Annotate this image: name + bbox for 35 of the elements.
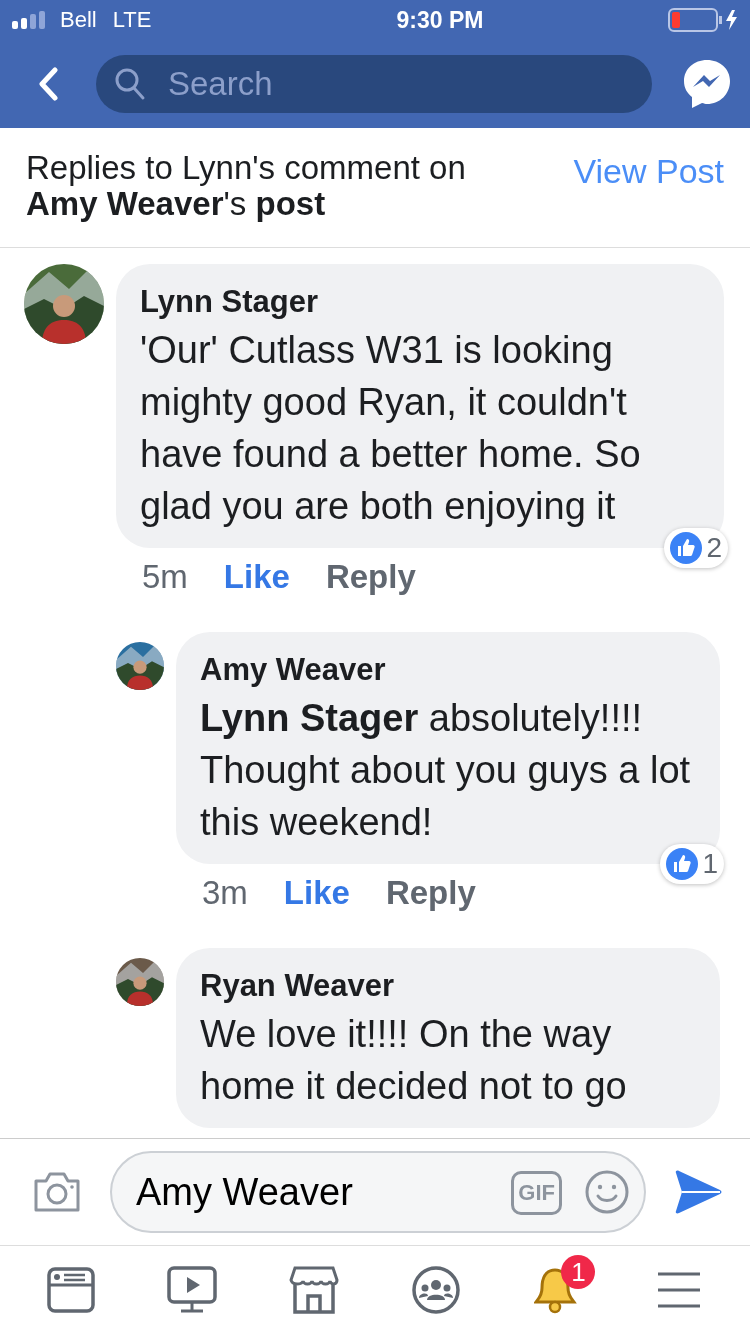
news-feed-icon — [46, 1267, 95, 1313]
battery-icon — [668, 8, 740, 32]
reaction-count[interactable]: 2 — [664, 528, 728, 568]
like-link[interactable]: Like — [223, 558, 290, 596]
author-name[interactable]: Ryan Weaver — [200, 968, 696, 1004]
comment-text: Lynn Stager absolutely!!!! Thought about you guys a lot this weekend! — [200, 696, 692, 845]
comment-text: We love it!!!! On the way home it decided not to go — [200, 1012, 628, 1109]
notification-badge: 1 — [561, 1255, 596, 1289]
author-name[interactable]: Amy Weaver — [200, 652, 696, 688]
menu-icon — [656, 1271, 703, 1309]
smiley-icon[interactable] — [584, 1169, 630, 1215]
send-icon[interactable] — [674, 1170, 722, 1214]
view-post-link[interactable]: View Post — [573, 152, 724, 191]
like-link[interactable]: Like — [283, 874, 350, 912]
reply-link[interactable]: Reply — [325, 558, 416, 596]
comment-text: 'Our' Cutlass W31 is looking mighty good Ryan, it couldn't have found a better home. So glad you are both enjoying it — [140, 328, 642, 529]
tab-button[interactable]: 1 — [517, 1255, 598, 1325]
reaction-count[interactable]: 1 — [660, 844, 724, 884]
page-title: Replies to Lynn's comment on Amy Weaver's post — [26, 150, 467, 222]
video-icon — [167, 1266, 218, 1314]
network-type: LTE — [112, 7, 152, 33]
author-name[interactable]: Lynn Stager — [140, 284, 700, 320]
search-icon — [114, 67, 146, 101]
search-field[interactable]: Search — [96, 55, 652, 113]
shop-icon — [289, 1266, 340, 1314]
thumbs-up-icon — [666, 848, 699, 880]
comment-time: 5m — [142, 558, 188, 596]
reply-link[interactable]: Reply — [385, 874, 476, 912]
messenger-icon[interactable] — [682, 58, 732, 110]
camera-icon[interactable] — [32, 1171, 82, 1213]
groups-icon — [410, 1265, 461, 1315]
thumbs-up-icon — [670, 532, 703, 564]
comment-time: 3m — [202, 874, 248, 912]
clock-time: 9:30 PM — [396, 6, 484, 34]
carrier-name: Bell — [60, 7, 97, 33]
